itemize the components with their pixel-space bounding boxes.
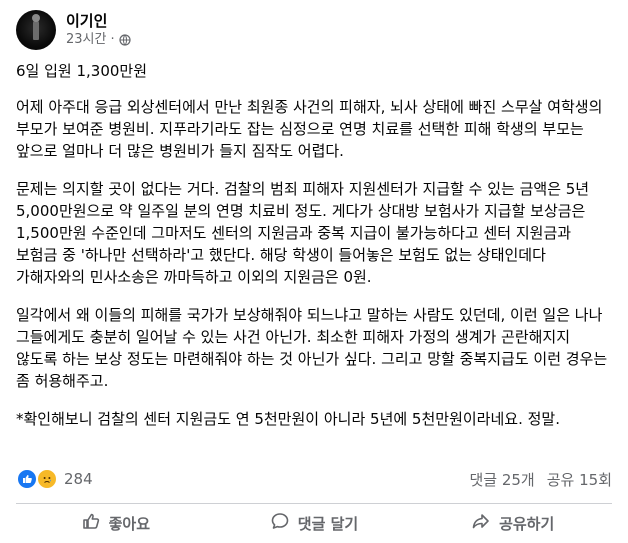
- post-paragraph-2: 문제는 의지할 곳이 없다는 거다. 검찰의 범죄 피해자 지원센터가 지급할 …: [16, 180, 590, 286]
- post-paragraph-3: 일각에서 왜 이들의 피해를 국가가 보상해줘야 되느냐고 말하는 사람도 있던…: [16, 306, 608, 390]
- thumbs-up-icon: [81, 511, 101, 535]
- like-label: 좋아요: [108, 514, 151, 533]
- post-title: 6일 입원 1,300만원: [16, 62, 148, 80]
- post-meta: 이기인 23시간 ·: [66, 11, 131, 49]
- share-button[interactable]: 공유하기: [413, 507, 612, 539]
- post-stats: 284 댓글 25개 공유 15회: [16, 466, 612, 492]
- post-time[interactable]: 23시간: [66, 31, 106, 49]
- globe-icon[interactable]: [119, 34, 131, 46]
- comment-count[interactable]: 댓글 25개: [469, 469, 534, 490]
- post-paragraph-1: 어제 아주대 응급 외상센터에서 만난 최원종 사건의 피해자, 뇌사 상태에 …: [16, 98, 603, 160]
- share-count[interactable]: 공유 15회: [547, 469, 612, 490]
- post-paragraph-4: *확인해보니 검찰의 센터 지원금도 연 5천만원이 아니라 5년에 5천만원이…: [16, 410, 560, 428]
- like-button[interactable]: 좋아요: [16, 507, 215, 539]
- post-actions: 좋아요 댓글 달기 공유하기: [16, 507, 612, 539]
- divider: [16, 503, 612, 504]
- facebook-post: 이기인 23시간 · 6일 입원 1,300만원 어제 아주대 응급 외상센터에…: [0, 0, 628, 543]
- reaction-count: 284: [64, 470, 93, 488]
- share-label: 공유하기: [499, 514, 555, 533]
- post-body: 6일 입원 1,300만원 어제 아주대 응급 외상센터에서 만난 최원종 사건…: [16, 60, 612, 446]
- like-icon: [16, 468, 38, 490]
- post-subline: 23시간 ·: [66, 31, 131, 49]
- separator-dot: ·: [110, 32, 115, 47]
- comment-button[interactable]: 댓글 달기: [215, 507, 414, 539]
- engagement-counts: 댓글 25개 공유 15회: [469, 469, 612, 490]
- comment-bubble-icon: [270, 511, 290, 535]
- avatar[interactable]: [16, 10, 56, 50]
- share-arrow-icon: [471, 511, 491, 535]
- author-name[interactable]: 이기인: [66, 11, 131, 31]
- post-header: 이기인 23시간 ·: [16, 9, 131, 51]
- sad-icon: [36, 468, 58, 490]
- reactions-summary[interactable]: 284: [16, 468, 93, 490]
- comment-label: 댓글 달기: [297, 514, 359, 533]
